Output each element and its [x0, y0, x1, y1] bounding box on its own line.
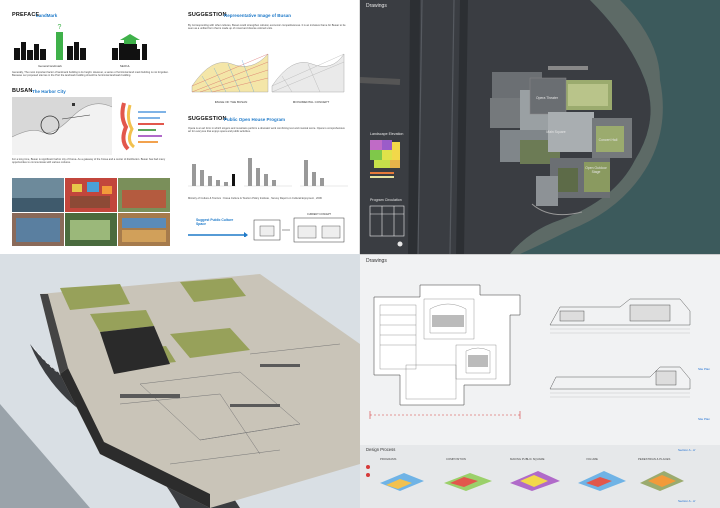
public-space-flow-diagram [253, 217, 345, 243]
process-step-composition: COMPOSITION [446, 457, 466, 461]
concept-surface-images [191, 53, 345, 93]
section-label-a: Section A - A' [678, 448, 696, 452]
model-render-panel [0, 254, 360, 508]
zone-label-concert-hall: Concert Hall [598, 138, 618, 142]
image-caption-monumental: MONUMENTAL CONCEPT [292, 100, 330, 104]
site-plan-drawing [360, 0, 720, 254]
zone-label-outdoor-stage: Open Outdoor Stage [585, 166, 607, 174]
busan-distribution-chart [116, 97, 170, 155]
busan-map [12, 97, 112, 155]
process-step-volume: VOLUME [586, 457, 598, 461]
site-plan-label-2: Site Plan [698, 417, 711, 421]
process-step-programs: PROGRAMS [380, 457, 397, 461]
suggestion-subtitle-1: Representative Image of Busan [224, 12, 292, 18]
landmark-caption-seoul: SEOUL [119, 64, 131, 68]
program-circulation-label: Program Circulation [370, 198, 402, 202]
plans-panel: Drawings Site Plan Site Plan Design Proc… [360, 254, 720, 508]
section-label-b: Section A - A' [678, 499, 696, 503]
process-step-public-square: MAKING PUBLIC SQUARE [510, 457, 545, 461]
preface-body: Generally, The most important factor of … [12, 71, 169, 78]
busan-photo-collage [12, 178, 170, 246]
drawings-title: Drawings [366, 3, 387, 9]
process-step-pedestrian: PEDESTRIAN & PLACES [638, 457, 671, 461]
design-process-title: Design Process [366, 447, 396, 452]
survey-source-note: Ministry of Culture & Tourism : Korea Cu… [188, 197, 322, 200]
survey-bar-charts [188, 158, 348, 187]
svg-text:?: ? [58, 24, 62, 31]
busan-body: For a long time, Busan is significant ha… [12, 158, 166, 165]
suggestion-body-1: By Corresponding with other cultures, Bu… [188, 24, 346, 31]
suggest-public-space-label: Suggest Public Culture Space [196, 218, 234, 226]
suggestion-title-2: SUGGESTION [188, 116, 227, 122]
image-caption-busan: IMAGE OF THE BUSAN [214, 100, 248, 104]
floor-plans-drawing [360, 284, 720, 508]
landscape-elevation-label: Landscape Elevation [370, 132, 404, 136]
suggestion-subtitle-2: Public Open House Program [224, 116, 286, 122]
axonometric-model-render [0, 254, 360, 508]
preface-subtitle: LandMark [36, 12, 58, 18]
flow-label: CURRENT CONCEPT [307, 213, 331, 216]
concept-panel: PREFACE LandMark ? General landmark SEOU… [0, 0, 360, 254]
presentation-board: PREFACE LandMark ? General landmark SEOU… [0, 0, 720, 508]
zone-label-main-square: Main Square [546, 130, 566, 134]
busan-subtitle: The Harbor City [32, 88, 66, 94]
landmark-diagram: ? [14, 24, 147, 60]
zone-label-opera: Opera Theater [536, 96, 558, 100]
site-plan-label-1: Site Plan [698, 367, 711, 371]
site-plan-panel: Drawings Landscape Elevation Program Cir… [360, 0, 720, 254]
suggestion-body-2: Opera is an art form in which singers an… [188, 127, 345, 134]
landmark-caption-general: General landmark [38, 64, 62, 68]
busan-title: BUSAN [12, 88, 33, 94]
suggestion-title-1: SUGGESTION [188, 12, 227, 18]
